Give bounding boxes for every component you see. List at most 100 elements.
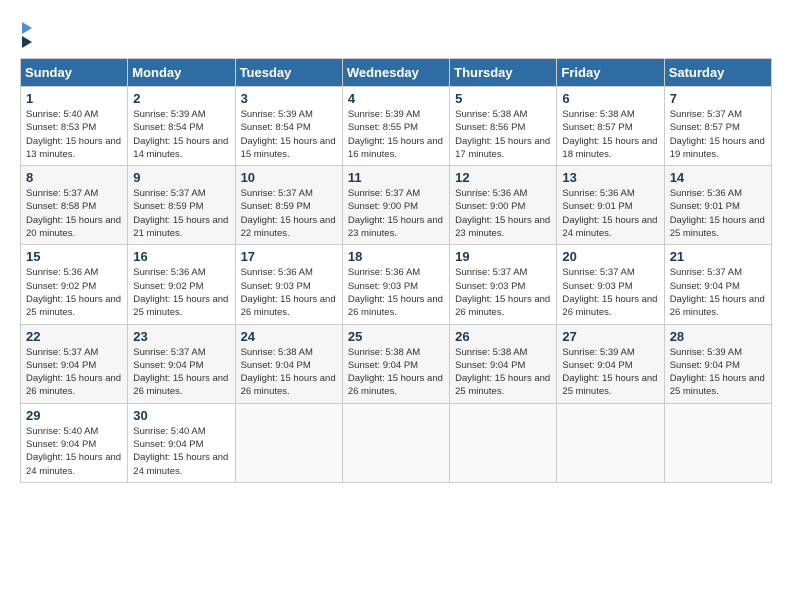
calendar-cell bbox=[664, 403, 771, 482]
calendar-cell: 10 Sunrise: 5:37 AMSunset: 8:59 PMDaylig… bbox=[235, 166, 342, 245]
cell-content: Sunrise: 5:37 AMSunset: 9:03 PMDaylight:… bbox=[562, 266, 658, 319]
calendar-cell: 7 Sunrise: 5:37 AMSunset: 8:57 PMDayligh… bbox=[664, 87, 771, 166]
calendar-cell: 30 Sunrise: 5:40 AMSunset: 9:04 PMDaylig… bbox=[128, 403, 235, 482]
calendar-body: 1 Sunrise: 5:40 AMSunset: 8:53 PMDayligh… bbox=[21, 87, 772, 483]
day-number: 15 bbox=[26, 249, 122, 264]
cell-content: Sunrise: 5:40 AMSunset: 9:04 PMDaylight:… bbox=[133, 425, 229, 478]
calendar-cell bbox=[450, 403, 557, 482]
calendar-cell: 26 Sunrise: 5:38 AMSunset: 9:04 PMDaylig… bbox=[450, 324, 557, 403]
calendar-cell bbox=[557, 403, 664, 482]
calendar-cell: 5 Sunrise: 5:38 AMSunset: 8:56 PMDayligh… bbox=[450, 87, 557, 166]
cell-content: Sunrise: 5:38 AMSunset: 9:04 PMDaylight:… bbox=[348, 346, 444, 399]
day-number: 24 bbox=[241, 329, 337, 344]
calendar-week-row: 29 Sunrise: 5:40 AMSunset: 9:04 PMDaylig… bbox=[21, 403, 772, 482]
cell-content: Sunrise: 5:37 AMSunset: 8:59 PMDaylight:… bbox=[241, 187, 337, 240]
cell-content: Sunrise: 5:36 AMSunset: 9:03 PMDaylight:… bbox=[241, 266, 337, 319]
day-number: 21 bbox=[670, 249, 766, 264]
day-number: 1 bbox=[26, 91, 122, 106]
logo-arrow2-icon bbox=[22, 36, 32, 48]
cell-content: Sunrise: 5:39 AMSunset: 8:54 PMDaylight:… bbox=[241, 108, 337, 161]
day-number: 7 bbox=[670, 91, 766, 106]
day-number: 8 bbox=[26, 170, 122, 185]
day-header-sunday: Sunday bbox=[21, 59, 128, 87]
cell-content: Sunrise: 5:39 AMSunset: 8:55 PMDaylight:… bbox=[348, 108, 444, 161]
calendar-cell bbox=[235, 403, 342, 482]
logo-arrow-icon bbox=[22, 22, 32, 34]
cell-content: Sunrise: 5:36 AMSunset: 9:01 PMDaylight:… bbox=[562, 187, 658, 240]
calendar-cell: 23 Sunrise: 5:37 AMSunset: 9:04 PMDaylig… bbox=[128, 324, 235, 403]
cell-content: Sunrise: 5:36 AMSunset: 9:02 PMDaylight:… bbox=[133, 266, 229, 319]
calendar-cell: 25 Sunrise: 5:38 AMSunset: 9:04 PMDaylig… bbox=[342, 324, 449, 403]
calendar-cell: 29 Sunrise: 5:40 AMSunset: 9:04 PMDaylig… bbox=[21, 403, 128, 482]
calendar-cell: 24 Sunrise: 5:38 AMSunset: 9:04 PMDaylig… bbox=[235, 324, 342, 403]
cell-content: Sunrise: 5:37 AMSunset: 9:04 PMDaylight:… bbox=[670, 266, 766, 319]
cell-content: Sunrise: 5:38 AMSunset: 8:56 PMDaylight:… bbox=[455, 108, 551, 161]
day-number: 5 bbox=[455, 91, 551, 106]
calendar-cell: 11 Sunrise: 5:37 AMSunset: 9:00 PMDaylig… bbox=[342, 166, 449, 245]
calendar-cell: 18 Sunrise: 5:36 AMSunset: 9:03 PMDaylig… bbox=[342, 245, 449, 324]
calendar-cell: 8 Sunrise: 5:37 AMSunset: 8:58 PMDayligh… bbox=[21, 166, 128, 245]
calendar-cell: 17 Sunrise: 5:36 AMSunset: 9:03 PMDaylig… bbox=[235, 245, 342, 324]
calendar-week-row: 15 Sunrise: 5:36 AMSunset: 9:02 PMDaylig… bbox=[21, 245, 772, 324]
day-header-monday: Monday bbox=[128, 59, 235, 87]
calendar-cell: 16 Sunrise: 5:36 AMSunset: 9:02 PMDaylig… bbox=[128, 245, 235, 324]
day-number: 25 bbox=[348, 329, 444, 344]
cell-content: Sunrise: 5:40 AMSunset: 8:53 PMDaylight:… bbox=[26, 108, 122, 161]
cell-content: Sunrise: 5:39 AMSunset: 8:54 PMDaylight:… bbox=[133, 108, 229, 161]
day-number: 11 bbox=[348, 170, 444, 185]
cell-content: Sunrise: 5:36 AMSunset: 9:02 PMDaylight:… bbox=[26, 266, 122, 319]
page-header bbox=[20, 20, 772, 48]
day-number: 16 bbox=[133, 249, 229, 264]
day-number: 23 bbox=[133, 329, 229, 344]
calendar-cell: 20 Sunrise: 5:37 AMSunset: 9:03 PMDaylig… bbox=[557, 245, 664, 324]
cell-content: Sunrise: 5:38 AMSunset: 9:04 PMDaylight:… bbox=[455, 346, 551, 399]
day-number: 19 bbox=[455, 249, 551, 264]
cell-content: Sunrise: 5:36 AMSunset: 9:01 PMDaylight:… bbox=[670, 187, 766, 240]
calendar-cell: 15 Sunrise: 5:36 AMSunset: 9:02 PMDaylig… bbox=[21, 245, 128, 324]
day-number: 29 bbox=[26, 408, 122, 423]
day-number: 3 bbox=[241, 91, 337, 106]
calendar-week-row: 22 Sunrise: 5:37 AMSunset: 9:04 PMDaylig… bbox=[21, 324, 772, 403]
calendar-cell: 28 Sunrise: 5:39 AMSunset: 9:04 PMDaylig… bbox=[664, 324, 771, 403]
cell-content: Sunrise: 5:37 AMSunset: 8:58 PMDaylight:… bbox=[26, 187, 122, 240]
day-header-friday: Friday bbox=[557, 59, 664, 87]
cell-content: Sunrise: 5:40 AMSunset: 9:04 PMDaylight:… bbox=[26, 425, 122, 478]
calendar-table: SundayMondayTuesdayWednesdayThursdayFrid… bbox=[20, 58, 772, 483]
calendar-cell: 22 Sunrise: 5:37 AMSunset: 9:04 PMDaylig… bbox=[21, 324, 128, 403]
day-number: 10 bbox=[241, 170, 337, 185]
calendar-cell: 1 Sunrise: 5:40 AMSunset: 8:53 PMDayligh… bbox=[21, 87, 128, 166]
day-number: 18 bbox=[348, 249, 444, 264]
day-number: 26 bbox=[455, 329, 551, 344]
day-number: 4 bbox=[348, 91, 444, 106]
cell-content: Sunrise: 5:36 AMSunset: 9:00 PMDaylight:… bbox=[455, 187, 551, 240]
calendar-cell: 13 Sunrise: 5:36 AMSunset: 9:01 PMDaylig… bbox=[557, 166, 664, 245]
calendar-header-row: SundayMondayTuesdayWednesdayThursdayFrid… bbox=[21, 59, 772, 87]
day-number: 2 bbox=[133, 91, 229, 106]
cell-content: Sunrise: 5:37 AMSunset: 9:00 PMDaylight:… bbox=[348, 187, 444, 240]
day-number: 17 bbox=[241, 249, 337, 264]
day-number: 20 bbox=[562, 249, 658, 264]
cell-content: Sunrise: 5:37 AMSunset: 8:59 PMDaylight:… bbox=[133, 187, 229, 240]
calendar-cell: 14 Sunrise: 5:36 AMSunset: 9:01 PMDaylig… bbox=[664, 166, 771, 245]
day-header-wednesday: Wednesday bbox=[342, 59, 449, 87]
cell-content: Sunrise: 5:36 AMSunset: 9:03 PMDaylight:… bbox=[348, 266, 444, 319]
calendar-cell: 27 Sunrise: 5:39 AMSunset: 9:04 PMDaylig… bbox=[557, 324, 664, 403]
cell-content: Sunrise: 5:39 AMSunset: 9:04 PMDaylight:… bbox=[670, 346, 766, 399]
calendar-cell: 21 Sunrise: 5:37 AMSunset: 9:04 PMDaylig… bbox=[664, 245, 771, 324]
calendar-week-row: 8 Sunrise: 5:37 AMSunset: 8:58 PMDayligh… bbox=[21, 166, 772, 245]
calendar-cell: 9 Sunrise: 5:37 AMSunset: 8:59 PMDayligh… bbox=[128, 166, 235, 245]
logo bbox=[20, 20, 32, 48]
cell-content: Sunrise: 5:37 AMSunset: 8:57 PMDaylight:… bbox=[670, 108, 766, 161]
day-number: 27 bbox=[562, 329, 658, 344]
cell-content: Sunrise: 5:37 AMSunset: 9:04 PMDaylight:… bbox=[133, 346, 229, 399]
day-number: 9 bbox=[133, 170, 229, 185]
cell-content: Sunrise: 5:37 AMSunset: 9:03 PMDaylight:… bbox=[455, 266, 551, 319]
day-number: 30 bbox=[133, 408, 229, 423]
calendar-cell: 3 Sunrise: 5:39 AMSunset: 8:54 PMDayligh… bbox=[235, 87, 342, 166]
calendar-cell: 12 Sunrise: 5:36 AMSunset: 9:00 PMDaylig… bbox=[450, 166, 557, 245]
day-number: 28 bbox=[670, 329, 766, 344]
cell-content: Sunrise: 5:38 AMSunset: 9:04 PMDaylight:… bbox=[241, 346, 337, 399]
cell-content: Sunrise: 5:37 AMSunset: 9:04 PMDaylight:… bbox=[26, 346, 122, 399]
day-number: 22 bbox=[26, 329, 122, 344]
day-header-saturday: Saturday bbox=[664, 59, 771, 87]
